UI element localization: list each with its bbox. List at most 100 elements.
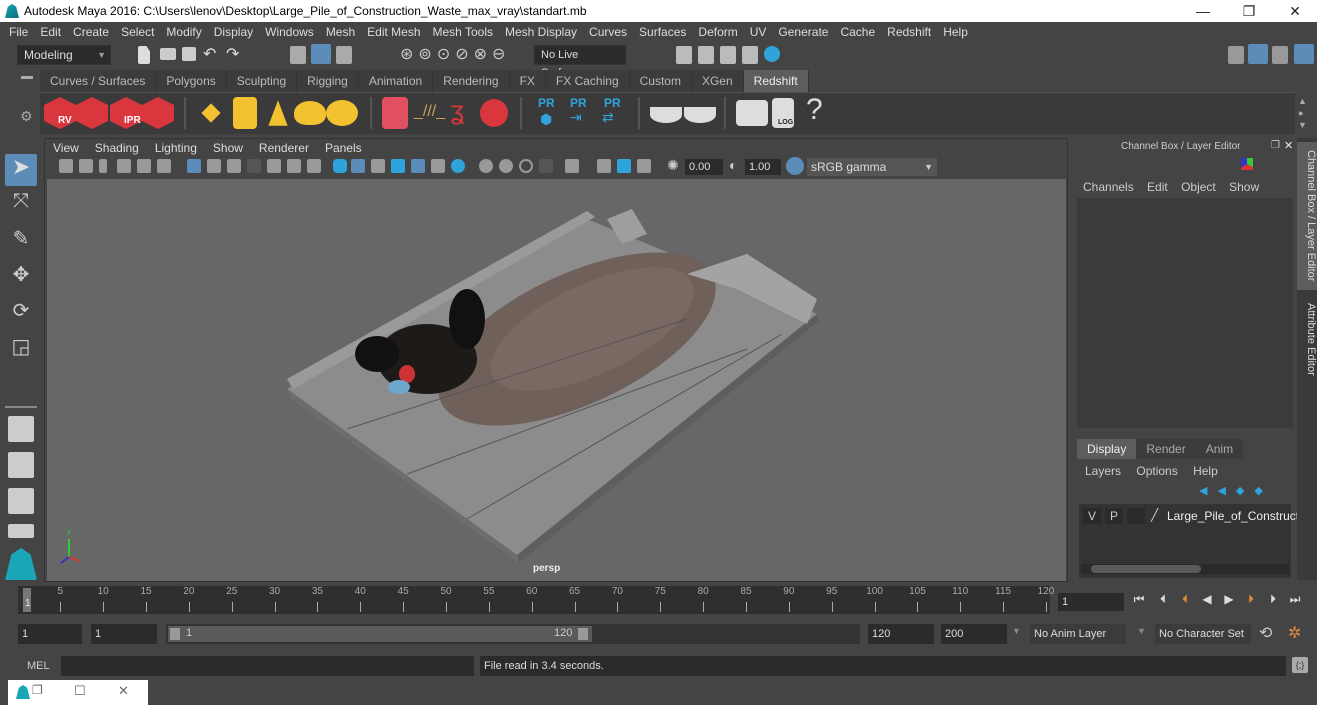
shelf-tab-polygons[interactable]: Polygons xyxy=(156,70,227,92)
script-editor-icon[interactable] xyxy=(736,100,768,126)
live-surface-field[interactable]: No Live Surface xyxy=(534,45,626,79)
color-management-toggle-icon[interactable] xyxy=(786,157,804,175)
go-to-start-icon[interactable]: ⏮ xyxy=(1132,592,1146,606)
render-frame-icon[interactable] xyxy=(698,46,714,64)
time-slider[interactable]: 5 10 15 20 25 30 35 40 45 50 55 60 65 70 75 80 85 90 95 100… xyxy=(18,586,1054,614)
restore-button[interactable]: ❐ xyxy=(1226,0,1272,22)
menu-uv[interactable]: UV xyxy=(744,22,773,42)
menu-cache[interactable]: Cache xyxy=(834,22,881,42)
textured-icon[interactable] xyxy=(411,159,425,173)
snap-tools-icons[interactable]: ⊛⊚⊙⊘⊗⊖ xyxy=(400,44,510,64)
open-scene-icon[interactable] xyxy=(160,48,176,60)
layer-tab-render[interactable]: Render xyxy=(1136,439,1196,459)
script-language-label[interactable]: MEL xyxy=(27,660,50,672)
menu-generate[interactable]: Generate xyxy=(772,22,834,42)
range-end-handle[interactable] xyxy=(578,628,588,640)
viewport-3d-scene[interactable]: y persp xyxy=(47,179,1066,581)
range-slider-fill[interactable]: 1 120 xyxy=(168,626,592,642)
paint-select-tool-icon[interactable]: ✎ xyxy=(5,226,37,258)
dome-light-icon[interactable] xyxy=(294,101,326,125)
close-panel-icon[interactable]: ✕ xyxy=(1284,139,1293,152)
menu-redshift[interactable]: Redshift xyxy=(881,22,937,42)
material-ball-icon[interactable] xyxy=(480,99,508,127)
shelf-tab-curves-surfaces[interactable]: Curves / Surfaces xyxy=(40,70,157,92)
wireframe-icon[interactable] xyxy=(333,159,347,173)
layer-tab-anim[interactable]: Anim xyxy=(1195,439,1244,459)
shelf-tabs-menu-icon[interactable] xyxy=(21,76,33,79)
viewport-menu-show[interactable]: Show xyxy=(205,139,251,157)
channel-show-menu[interactable]: Show xyxy=(1229,180,1259,194)
menu-modify[interactable]: Modify xyxy=(160,22,207,42)
modeling-toolkit-icon[interactable] xyxy=(1228,46,1244,64)
step-forward-frame-icon[interactable]: ⏵ xyxy=(1266,592,1280,606)
channels-menu[interactable]: Channels xyxy=(1083,180,1134,194)
anim-layer-dropdown-icon[interactable]: ▼ xyxy=(1012,626,1021,636)
play-backwards-icon[interactable]: ◀ xyxy=(1200,592,1214,606)
proxy-swap-icon[interactable]: ⇄ xyxy=(602,109,614,126)
ipr-render-icon[interactable] xyxy=(720,46,736,64)
depth-of-field-icon[interactable] xyxy=(539,159,553,173)
layer-name[interactable]: Large_Pile_of_Constructi xyxy=(1167,509,1302,523)
float-panel-icon[interactable]: ❐ xyxy=(1271,140,1280,151)
baking-pie-2-icon[interactable] xyxy=(684,107,716,123)
menu-file[interactable]: File xyxy=(3,22,34,42)
proxy-icon[interactable] xyxy=(382,97,408,129)
tool-settings-icon[interactable] xyxy=(1272,46,1288,64)
anti-aliasing-icon[interactable] xyxy=(519,159,533,173)
shelf-tab-animation[interactable]: Animation xyxy=(358,70,434,92)
play-forwards-icon[interactable]: ▶ xyxy=(1222,592,1236,606)
shelf-tab-fx-caching[interactable]: FX Caching xyxy=(545,70,630,92)
menu-mesh-tools[interactable]: Mesh Tools xyxy=(427,22,499,42)
redshift-batch-render-icon[interactable] xyxy=(76,97,108,129)
shelf-tab-custom[interactable]: Custom xyxy=(629,70,692,92)
xray-icon[interactable] xyxy=(597,159,611,173)
volume-icon[interactable]: ʓ xyxy=(450,95,464,126)
persp-outliner-layout-icon[interactable] xyxy=(8,488,34,514)
image-plane-icon[interactable] xyxy=(117,159,131,173)
viewport-menu-renderer[interactable]: Renderer xyxy=(251,139,317,157)
grid-toggle-icon[interactable] xyxy=(187,159,201,173)
menu-deform[interactable]: Deform xyxy=(692,22,743,42)
portal-light-icon[interactable] xyxy=(233,97,257,129)
menu-mesh-display[interactable]: Mesh Display xyxy=(499,22,583,42)
bookmark-icon[interactable] xyxy=(99,159,107,173)
2d-pan-zoom-icon[interactable] xyxy=(137,159,151,173)
restore-icon[interactable]: ❐ xyxy=(32,683,43,697)
shelf-scroll-arrows[interactable]: ▲ ● ▼ xyxy=(1298,95,1307,131)
layer-visibility-toggle[interactable]: V xyxy=(1083,508,1101,524)
menu-create[interactable]: Create xyxy=(67,22,115,42)
menu-help[interactable]: Help xyxy=(937,22,974,42)
channel-object-menu[interactable]: Object xyxy=(1181,180,1216,194)
exposure-field[interactable]: 0.00 xyxy=(685,159,723,175)
layer-tab-display[interactable]: Display xyxy=(1077,439,1137,459)
step-back-key-icon[interactable]: ⏴ xyxy=(1178,592,1192,606)
color-space-select[interactable]: sRGB gamma ▼ xyxy=(807,158,937,176)
layer-playback-toggle[interactable]: P xyxy=(1105,508,1123,524)
viewport-menu-shading[interactable]: Shading xyxy=(87,139,147,157)
layer-action-icons[interactable]: ◀◀◆◆ xyxy=(1199,484,1273,497)
camera-attributes-icon[interactable] xyxy=(79,159,93,173)
baking-pie-icon[interactable] xyxy=(650,107,682,123)
select-components-icon[interactable] xyxy=(336,46,352,64)
render-settings-icon[interactable] xyxy=(742,46,758,64)
step-forward-key-icon[interactable]: ⏵ xyxy=(1244,592,1258,606)
hair-icon[interactable]: _///_ xyxy=(414,103,445,121)
range-start-handle[interactable] xyxy=(170,628,180,640)
layer-color-icon[interactable]: ╱ xyxy=(1151,508,1158,522)
use-all-lights-icon[interactable] xyxy=(431,159,445,173)
screen-space-ao-icon[interactable] xyxy=(479,159,493,173)
motion-blur-icon[interactable] xyxy=(499,159,513,173)
channel-edit-menu[interactable]: Edit xyxy=(1147,180,1168,194)
area-light-icon[interactable] xyxy=(201,103,221,123)
grease-pencil-icon[interactable] xyxy=(157,159,171,173)
current-frame-field[interactable]: 1 xyxy=(1058,593,1124,611)
animation-preferences-icon[interactable]: ✲ xyxy=(1288,623,1301,643)
menu-display[interactable]: Display xyxy=(208,22,259,42)
smooth-shade-icon[interactable] xyxy=(351,159,365,173)
safe-action-icon[interactable] xyxy=(287,159,301,173)
persp-graph-layout-icon[interactable] xyxy=(8,524,34,538)
shelf-tab-sculpting[interactable]: Sculpting xyxy=(226,70,298,92)
menu-curves[interactable]: Curves xyxy=(583,22,633,42)
select-tool-icon[interactable]: ➤ xyxy=(5,154,37,186)
single-perspective-layout-icon[interactable] xyxy=(8,416,34,442)
